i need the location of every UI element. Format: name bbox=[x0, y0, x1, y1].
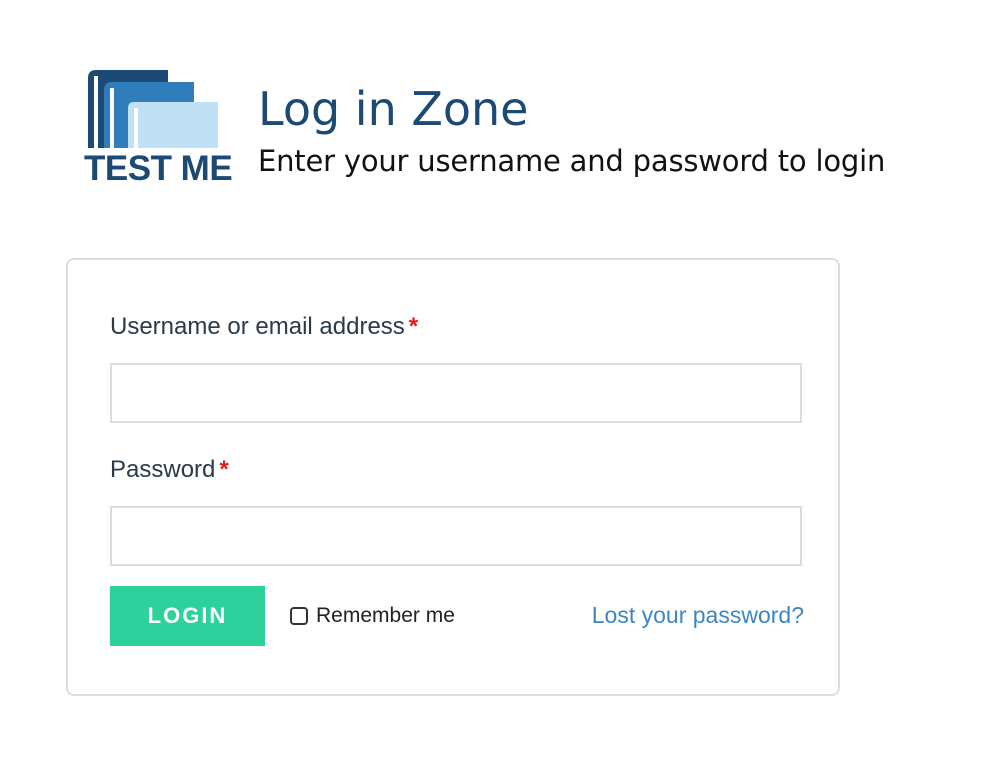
password-label: Password * bbox=[110, 455, 229, 485]
logo-text: TEST ME bbox=[84, 149, 233, 188]
required-marker: * bbox=[408, 313, 419, 340]
remember-me-label[interactable]: Remember me bbox=[316, 604, 455, 628]
page-title: Log in Zone bbox=[258, 82, 529, 136]
username-label-text: Username or email address bbox=[110, 313, 405, 340]
password-input[interactable] bbox=[110, 506, 802, 566]
password-label-text: Password bbox=[110, 456, 216, 483]
required-marker: * bbox=[219, 456, 229, 483]
login-form-card: Username or email address * Password * LOG… bbox=[66, 258, 840, 696]
remember-me-control[interactable]: Remember me bbox=[290, 602, 455, 630]
username-input[interactable] bbox=[110, 363, 802, 423]
brand-logo: TEST ME bbox=[84, 68, 233, 188]
login-button[interactable]: LOGIN bbox=[110, 586, 265, 646]
remember-me-checkbox[interactable] bbox=[290, 607, 308, 625]
username-label: Username or email address * bbox=[110, 312, 418, 342]
lost-password-link[interactable]: Lost your password? bbox=[592, 601, 804, 629]
page-subtitle: Enter your username and password to logi… bbox=[258, 144, 886, 178]
books-logo-icon bbox=[88, 70, 218, 148]
